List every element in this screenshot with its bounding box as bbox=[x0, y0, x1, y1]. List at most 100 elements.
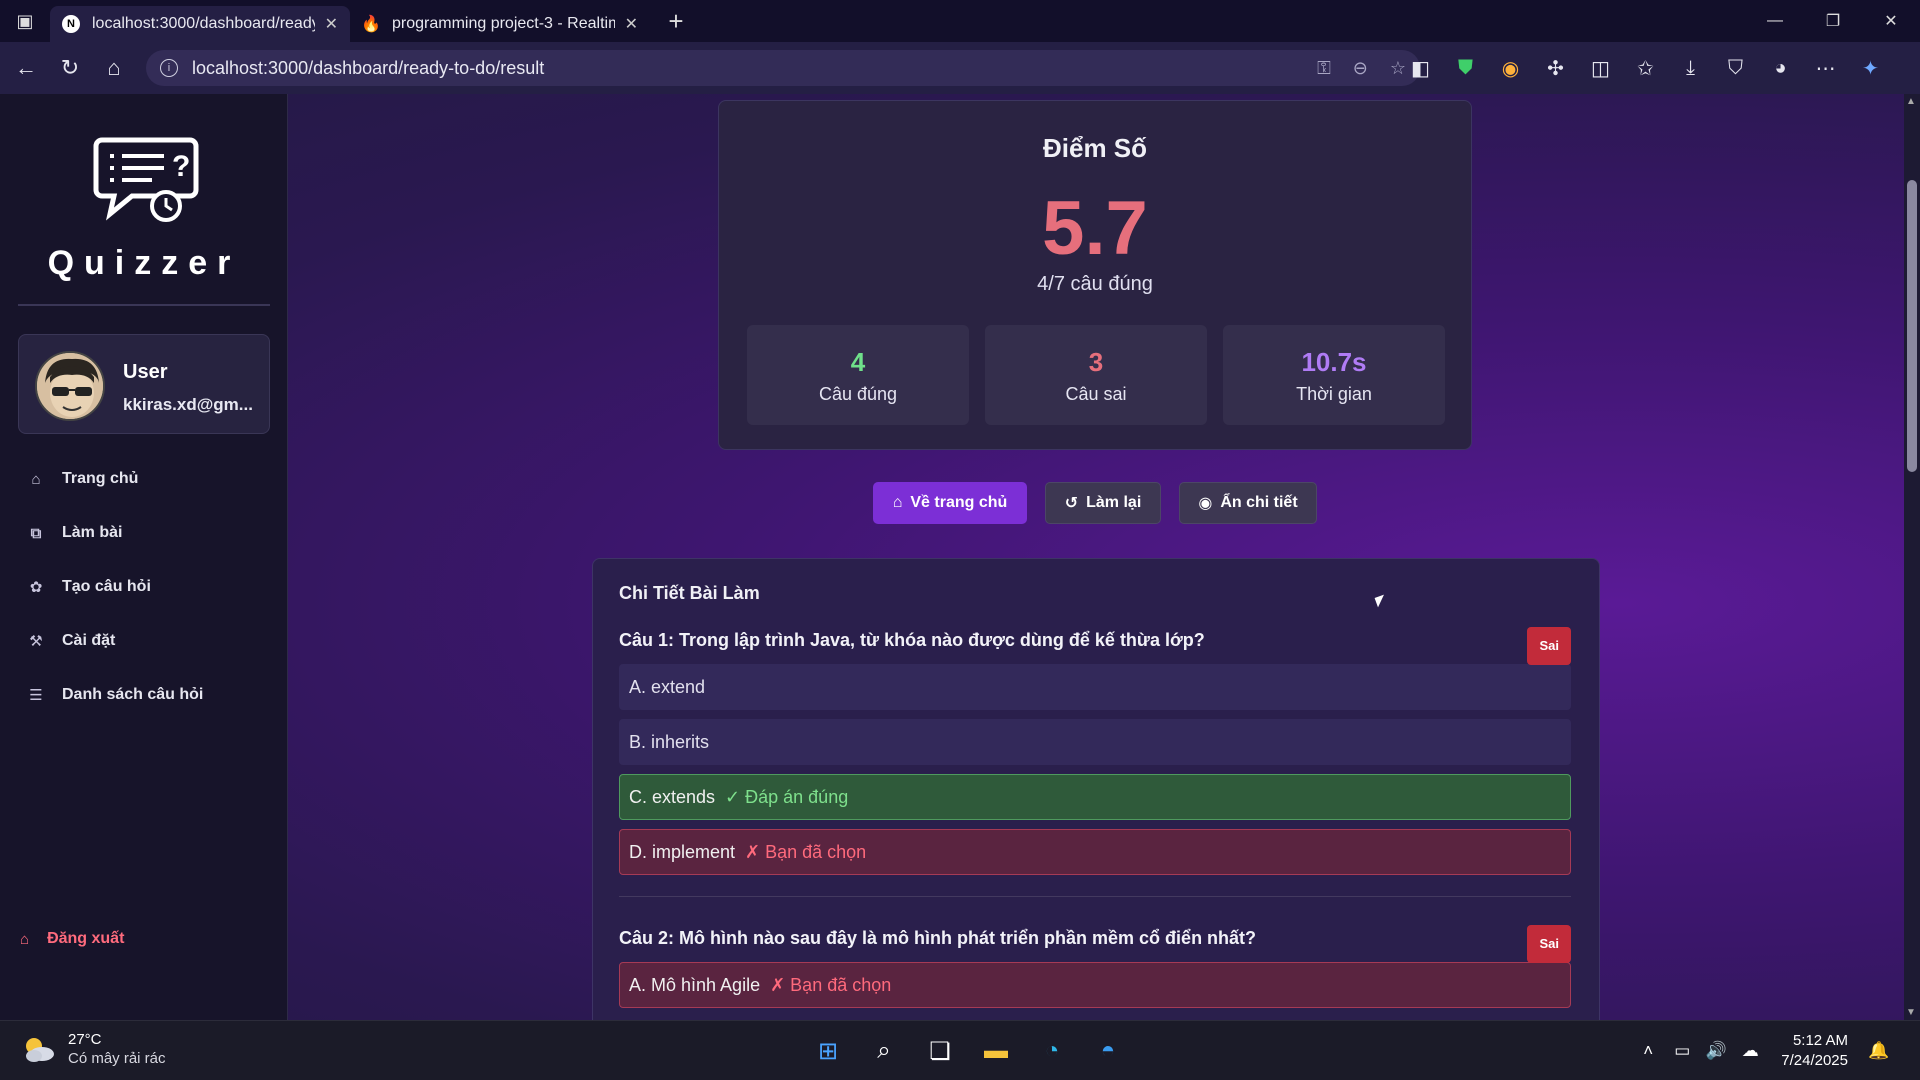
browser-essentials-icon[interactable]: ⛉ bbox=[1713, 48, 1758, 88]
close-tab-icon[interactable]: ✕ bbox=[325, 14, 338, 34]
wrench-icon: ⚒ bbox=[29, 633, 43, 650]
new-tab-button[interactable]: + bbox=[656, 6, 696, 37]
chosen-answer-mark: ✗ Bạn đã chọn bbox=[770, 974, 892, 995]
copilot-icon[interactable]: ✦ bbox=[1848, 48, 1893, 88]
answer-option-chosen: A. Mô hình Agile ✗ Bạn đã chọn bbox=[619, 962, 1571, 1008]
page-scrollbar[interactable]: ▲ ▼ bbox=[1904, 94, 1920, 1020]
nextjs-favicon-icon: N bbox=[62, 15, 80, 33]
reload-icon[interactable]: ↻ bbox=[48, 46, 92, 90]
scroll-down-icon[interactable]: ▼ bbox=[1906, 1007, 1916, 1018]
back-home-button[interactable]: ⌂ Về trang chủ bbox=[873, 482, 1027, 524]
scrollbar-thumb[interactable] bbox=[1907, 180, 1917, 472]
site-info-icon[interactable]: i bbox=[160, 59, 178, 77]
close-window-icon[interactable]: ✕ bbox=[1862, 0, 1920, 42]
volume-icon[interactable]: 🔊 bbox=[1699, 1041, 1733, 1061]
sidebar-item-settings[interactable]: ⚒ Cài đặt bbox=[0, 614, 288, 668]
answer-option-chosen: D. implement ✗ Bạn đã chọn bbox=[619, 829, 1571, 875]
firebase-favicon-icon: 🔥 bbox=[361, 16, 381, 33]
brand-name: Quizzer bbox=[47, 244, 241, 282]
docker-icon[interactable]: ◓ bbox=[1080, 1029, 1136, 1073]
address-bar[interactable]: i localhost:3000/dashboard/ready-to-do/r… bbox=[146, 50, 1420, 86]
search-icon[interactable]: ⌕ bbox=[856, 1029, 912, 1073]
sidebar-item-do-quiz[interactable]: ⧉ Làm bài bbox=[0, 506, 288, 560]
hide-details-button[interactable]: ◉ Ẩn chi tiết bbox=[1179, 482, 1317, 524]
tab-title: programming project-3 - Realtime Databas… bbox=[392, 15, 615, 32]
wrong-badge: Sai bbox=[1527, 925, 1571, 963]
minimize-icon[interactable]: — bbox=[1746, 0, 1804, 42]
sidebar-item-label: Tạo câu hỏi bbox=[62, 578, 151, 595]
zoom-icon[interactable]: ⊖ bbox=[1353, 58, 1368, 79]
favorites-icon[interactable]: ✩ bbox=[1623, 48, 1668, 88]
split-screen-icon[interactable]: ◫ bbox=[1578, 48, 1623, 88]
question-2: Câu 2: Mô hình nào sau đây là mô hình ph… bbox=[619, 923, 1571, 1008]
sidebar-item-create-question[interactable]: ✿ Tạo câu hỏi bbox=[0, 560, 288, 614]
profile-avatar-icon[interactable]: ◕ bbox=[1758, 48, 1803, 88]
stat-value: 3 bbox=[1088, 347, 1104, 377]
sidebar-divider bbox=[18, 304, 270, 306]
password-key-icon[interactable]: ⚿ bbox=[1317, 58, 1331, 79]
extensions-puzzle-icon[interactable]: ✣ bbox=[1533, 48, 1578, 88]
home-icon: ⌂ bbox=[892, 494, 903, 511]
user-name: User bbox=[123, 361, 168, 383]
button-label: Về trang chủ bbox=[910, 494, 1008, 511]
stat-time: 10.7s Thời gian bbox=[1223, 325, 1445, 425]
tab-actions-icon[interactable]: ▣ bbox=[0, 0, 50, 42]
clock-date: 7/24/2025 bbox=[1781, 1052, 1848, 1069]
downloads-icon[interactable]: ⤓ bbox=[1668, 48, 1713, 88]
show-hidden-icons-icon[interactable]: ˄ bbox=[1631, 1041, 1665, 1061]
home-icon: ⌂ bbox=[20, 930, 30, 948]
sidebar-item-label: Làm bài bbox=[62, 524, 123, 541]
onedrive-sync-icon[interactable]: ☁ bbox=[1733, 1041, 1767, 1061]
sidebar-menu: ⌂ Trang chủ ⧉ Làm bài ✿ Tạo câu hỏi ⚒ Cà… bbox=[0, 452, 288, 722]
extension-color-icon[interactable]: ◉ bbox=[1488, 48, 1533, 88]
partly-cloudy-icon bbox=[20, 1034, 56, 1064]
url-text[interactable]: localhost:3000/dashboard/ready-to-do/res… bbox=[192, 58, 1295, 79]
extension-translate-icon[interactable]: ◧ bbox=[1398, 48, 1443, 88]
button-label: Ẩn chi tiết bbox=[1220, 494, 1298, 511]
task-view-icon[interactable]: ❏ bbox=[912, 1029, 968, 1073]
tab-result[interactable]: N localhost:3000/dashboard/ready-to-do/r… bbox=[50, 6, 350, 42]
stat-label: Thời gian bbox=[1296, 384, 1372, 404]
notifications-icon[interactable]: 🔔 bbox=[1862, 1041, 1896, 1061]
file-explorer-icon[interactable]: ▬ bbox=[968, 1029, 1024, 1073]
question-text: Câu 2: Mô hình nào sau đây là mô hình ph… bbox=[619, 928, 1257, 948]
browser-tab-bar: ▣ N localhost:3000/dashboard/ready-to-do… bbox=[0, 0, 1920, 42]
sidebar-item-label: Trang chủ bbox=[62, 470, 139, 487]
scroll-up-icon[interactable]: ▲ bbox=[1906, 96, 1916, 107]
sidebar-item-label: Cài đặt bbox=[62, 632, 116, 649]
question-title: Câu 2: Mô hình nào sau đây là mô hình ph… bbox=[619, 923, 1571, 963]
more-menu-icon[interactable]: ⋯ bbox=[1803, 48, 1848, 88]
clock-time: 5:12 AM bbox=[1792, 1032, 1848, 1049]
wrong-badge: Sai bbox=[1527, 627, 1571, 665]
sidebar-item-question-list[interactable]: ☰ Danh sách câu hỏi bbox=[0, 668, 288, 722]
correct-answer-mark: ✓ Đáp án đúng bbox=[725, 786, 849, 807]
temperature: 27°C bbox=[68, 1031, 102, 1048]
stat-correct: 4 Câu đúng bbox=[747, 325, 969, 425]
list-icon: ☰ bbox=[29, 687, 43, 704]
user-card[interactable]: User kkiras.xd@gm... bbox=[18, 334, 270, 434]
system-clock[interactable]: 5:12 AM 7/24/2025 bbox=[1781, 1031, 1848, 1071]
retry-button[interactable]: ↺ Làm lại bbox=[1045, 482, 1161, 524]
answer-option-correct: C. extends ✓ Đáp án đúng bbox=[619, 774, 1571, 820]
start-windows-icon[interactable]: ⊞ bbox=[800, 1029, 856, 1073]
weather-widget[interactable]: 27°C Có mây rải rác bbox=[20, 1031, 166, 1067]
close-tab-icon[interactable]: ✕ bbox=[625, 14, 638, 34]
tab-firebase[interactable]: 🔥 programming project-3 - Realtime Datab… bbox=[350, 6, 650, 42]
edge-browser-icon[interactable]: ◔ bbox=[1024, 1029, 1080, 1073]
option-text: A. extend bbox=[629, 676, 706, 697]
option-text: B. inherits bbox=[629, 731, 710, 752]
restore-icon[interactable]: ❐ bbox=[1804, 0, 1862, 42]
extension-shield-icon[interactable]: ⛊ bbox=[1443, 48, 1488, 88]
network-icon[interactable]: ▭ bbox=[1665, 1041, 1699, 1061]
avatar bbox=[35, 351, 105, 421]
home-icon[interactable]: ⌂ bbox=[92, 46, 136, 90]
logout-button[interactable]: ⌂ Đăng xuất bbox=[20, 930, 124, 948]
question-title: Câu 1: Trong lập trình Java, từ khóa nào… bbox=[619, 625, 1571, 665]
quizzer-logo-icon: ? bbox=[93, 137, 199, 222]
sidebar-item-home[interactable]: ⌂ Trang chủ bbox=[0, 452, 288, 506]
sidebar: ? Quizzer User kkiras.xd@gm... ⌂ Trang c… bbox=[0, 94, 288, 1020]
score-card: Điểm Số 5.7 4/7 câu đúng 4 Câu đúng 3 Câ… bbox=[718, 100, 1472, 450]
stat-label: Câu sai bbox=[1065, 384, 1127, 404]
back-icon[interactable]: ← bbox=[4, 46, 48, 90]
eye-icon: ◉ bbox=[1198, 495, 1213, 512]
